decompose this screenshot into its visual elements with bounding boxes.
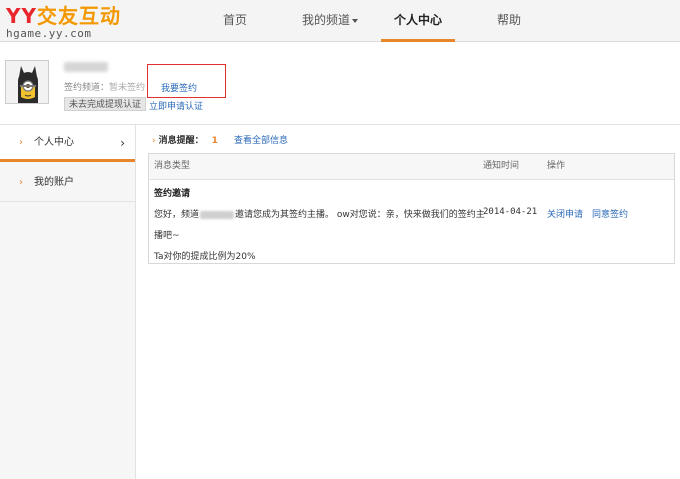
- sidebar: › 个人中心 › › 我的账户: [0, 125, 136, 479]
- apply-sign-link[interactable]: 我要签约: [161, 81, 197, 94]
- message-title: 签约邀请: [154, 189, 191, 199]
- message-table: 消息类型 通知时间 操作 签约邀请 您好，频道 邀请您成为其签约主播。 ow对您说…: [148, 153, 675, 264]
- batman-avatar-icon: [6, 61, 48, 103]
- sidebar-item-personal-center[interactable]: › 个人中心 ›: [0, 125, 135, 162]
- message-count: 1: [211, 136, 218, 146]
- agree-sign-link[interactable]: 同意签约: [592, 207, 628, 220]
- column-header-operation: 操作: [547, 161, 566, 171]
- sign-channel-label: 签约频道：: [64, 83, 110, 93]
- avatar[interactable]: [5, 60, 49, 104]
- sign-channel-value: 暂未签约: [109, 83, 146, 93]
- nav-help[interactable]: 帮助: [484, 0, 534, 42]
- sidebar-item-my-account[interactable]: › 我的账户: [0, 165, 135, 202]
- sign-channel-row: 签约频道：暂未签约: [64, 80, 145, 93]
- view-all-messages-link[interactable]: 查看全部信息: [234, 133, 288, 146]
- site-logo[interactable]: YY交友互动 hgame.yy.com: [6, 5, 156, 41]
- close-application-link[interactable]: 关闭申请: [547, 207, 583, 220]
- sidebar-item-label: 个人中心: [34, 137, 74, 148]
- message-commission-rate: Ta对你的提成比例为20%: [154, 252, 256, 262]
- message-reminder-header: › 消息提醒： 1: [152, 133, 218, 146]
- orange-marker-icon: ›: [152, 136, 156, 146]
- chevron-right-icon: ›: [120, 136, 125, 150]
- nav-my-channel[interactable]: 我的频道: [295, 0, 365, 42]
- username-blurred: [64, 62, 108, 72]
- nav-personal-center[interactable]: 个人中心: [381, 0, 455, 42]
- logo-title: YY交友互动: [6, 4, 121, 28]
- orange-marker-icon: ›: [19, 137, 23, 148]
- verify-status-badge: 未去完成提现认证: [64, 97, 147, 111]
- nav-home[interactable]: 首页: [212, 0, 258, 42]
- table-header: 消息类型 通知时间 操作: [149, 154, 674, 180]
- caret-down-icon: [352, 18, 358, 23]
- message-reminder-title: 消息提醒：: [158, 136, 204, 146]
- logo-subtitle: hgame.yy.com: [6, 27, 92, 40]
- message-body-line2: 播吧~: [154, 231, 180, 241]
- top-header: YY交友互动 hgame.yy.com 首页 我的频道 个人中心 帮助: [0, 0, 680, 42]
- apply-verify-link[interactable]: 立即申请认证: [149, 99, 203, 112]
- column-header-time: 通知时间: [483, 161, 520, 171]
- column-header-type: 消息类型: [154, 161, 191, 171]
- message-body-line1: 您好，频道 邀请您成为其签约主播。 ow对您说：亲，快来做我们的签约主: [154, 210, 485, 220]
- orange-marker-icon: ›: [19, 177, 23, 188]
- message-date: 2014-04-21: [483, 207, 538, 217]
- channel-name-blurred: [200, 210, 235, 219]
- sidebar-item-label: 我的账户: [34, 177, 74, 188]
